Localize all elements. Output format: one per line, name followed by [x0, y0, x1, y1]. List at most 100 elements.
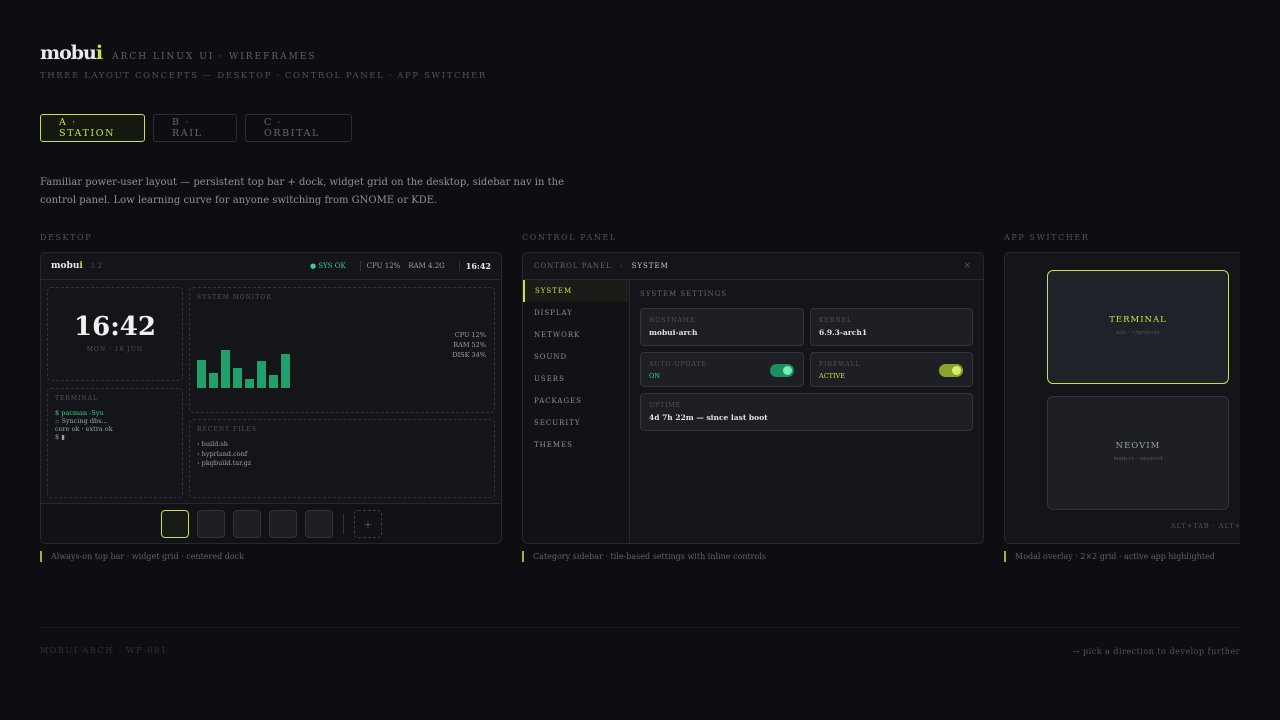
sidebar-item-packages[interactable]: PACKAGES: [523, 390, 629, 412]
ram-stat: RAM 4.2G: [408, 262, 445, 270]
tile-value: ACTIVE: [819, 372, 846, 380]
terminal-command: $ pacman -Syu: [55, 409, 104, 417]
tile-label: AUTO-UPDATE: [649, 361, 707, 368]
topbar-clock: 16:42: [465, 261, 491, 271]
footer-cta[interactable]: → pick a direction to develop further: [1073, 647, 1240, 656]
page-subtitle: THREE LAYOUT CONCEPTS — DESKTOP · CONTRO…: [40, 71, 487, 81]
terminal-widget[interactable]: TERMINAL $ pacman -Syu :: Syncing dbs...…: [47, 388, 183, 498]
big-clock: 16:42: [74, 312, 156, 342]
recent-files-widget[interactable]: RECENT FILES › build.sh › hyprland.conf …: [189, 419, 495, 498]
sys-status: ● SYS OK: [309, 262, 346, 270]
app-name: NEOVIM: [1115, 441, 1161, 451]
concept-description: Familiar power-user layout — persistent …: [40, 177, 564, 206]
breadcrumb-root[interactable]: CONTROL PANEL: [534, 262, 612, 270]
file-item[interactable]: › hyprland.conf: [197, 450, 251, 460]
tile-label: FIREWALL: [819, 361, 861, 368]
app-card-neovim[interactable]: NEOVIM main.rs · unsaved: [1047, 396, 1229, 510]
monitor-bar: [209, 373, 218, 388]
sidebar-item-network[interactable]: NETWORK: [523, 324, 629, 346]
dock-separator: [343, 514, 344, 534]
clock-widget[interactable]: 16:42 MON · 16 JUN: [47, 287, 183, 381]
settings-main: SYSTEM SETTINGS HOSTNAME mobui-arch KERN…: [640, 280, 973, 543]
section-label-app-switcher: APP SWITCHER: [1004, 233, 1090, 242]
caption-desktop: Always-on top bar · widget grid · center…: [40, 551, 244, 562]
chevron-right-icon: ›: [619, 262, 624, 270]
tile-label: KERNEL: [819, 317, 852, 324]
tile-label: HOSTNAME: [649, 317, 696, 324]
dock-item[interactable]: [305, 510, 333, 538]
brand-subtitle: ARCH LINUX UI · WIREFRAMES: [112, 52, 317, 62]
monitor-bar: [269, 375, 278, 388]
sidebar-item-display[interactable]: DISPLAY: [523, 302, 629, 324]
desktop-top-bar: mobui 1 2 ● SYS OK CPU 12% RAM 4.2G 16:4…: [41, 253, 501, 280]
mini-logo: mobui: [51, 261, 83, 271]
tile-value: 4d 7h 22m — since last boot: [649, 413, 768, 422]
monitor-bar: [281, 354, 290, 388]
tile-value: ON: [649, 372, 661, 380]
dock-add-button[interactable]: +: [354, 510, 382, 538]
app-name: TERMINAL: [1109, 315, 1167, 325]
tile-value: 6.9.3-arch1: [819, 328, 868, 337]
monitor-bars: [197, 346, 290, 388]
terminal-label: TERMINAL: [55, 395, 98, 402]
tab-rail[interactable]: B · RAIL: [153, 114, 237, 142]
dock-item[interactable]: [197, 510, 225, 538]
app-detail: zsh · ~/projects: [1116, 330, 1160, 336]
monitor-stat: DISK 34%: [452, 351, 486, 359]
close-icon[interactable]: ×: [963, 261, 972, 271]
app-switcher-wireframe: TERMINAL zsh · ~/projects NEOVIM main.rs…: [1004, 252, 1240, 544]
caption-app-switcher: Modal overlay · 2×2 grid · active app hi…: [1004, 551, 1215, 562]
terminal-output: $ pacman -Syu :: Syncing dbs... core ok …: [55, 409, 113, 441]
tile-kernel[interactable]: KERNEL 6.9.3-arch1: [810, 308, 973, 346]
settings-title: SYSTEM SETTINGS: [640, 290, 728, 298]
dock-item-active[interactable]: [161, 510, 189, 538]
caption-control-panel: Category sidebar · tile-based settings w…: [522, 551, 766, 562]
brand: mobui ARCH LINUX UI · WIREFRAMES: [40, 42, 317, 64]
dock-item[interactable]: [269, 510, 297, 538]
monitor-stat: RAM 52%: [453, 341, 486, 349]
tab-orbital[interactable]: C · ORBITAL: [245, 114, 352, 142]
firewall-toggle[interactable]: [939, 364, 963, 377]
tile-auto-update[interactable]: AUTO-UPDATE ON: [640, 352, 804, 387]
monitor-bar: [257, 361, 266, 388]
tile-value: mobui-arch: [649, 328, 698, 337]
terminal-line: $ ▮: [55, 433, 65, 441]
logo: mobui: [40, 42, 103, 64]
tile-uptime[interactable]: UPTIME 4d 7h 22m — since last boot: [640, 393, 973, 431]
tile-label: UPTIME: [649, 402, 681, 409]
monitor-stat: CPU 12%: [454, 331, 486, 339]
monitor-stats: CPU 12% RAM 52% DISK 34%: [452, 330, 486, 360]
terminal-line: core ok · extra ok: [55, 425, 113, 433]
monitor-bar: [233, 368, 242, 388]
footer-divider: [40, 627, 1240, 628]
desktop-wireframe: mobui 1 2 ● SYS OK CPU 12% RAM 4.2G 16:4…: [40, 252, 502, 544]
dock-item[interactable]: [233, 510, 261, 538]
file-list: › build.sh › hyprland.conf › pkgbuild.ta…: [197, 440, 251, 469]
app-card-terminal[interactable]: TERMINAL zsh · ~/projects: [1047, 270, 1229, 384]
system-monitor-widget[interactable]: SYSTEM MONITOR CPU 12% RAM 52% DISK 34%: [189, 287, 495, 413]
sidebar-item-themes[interactable]: THEMES: [523, 434, 629, 456]
tile-hostname[interactable]: HOSTNAME mobui-arch: [640, 308, 804, 346]
sidebar-item-system[interactable]: SYSTEM: [523, 280, 629, 302]
terminal-line: :: Syncing dbs...: [55, 417, 108, 425]
dock: +: [41, 503, 501, 543]
control-panel-wireframe: CONTROL PANEL › SYSTEM × SYSTEM DISPLAY …: [522, 252, 984, 544]
section-label-desktop: DESKTOP: [40, 233, 93, 242]
monitor-bar: [245, 379, 254, 388]
workspace-indicator[interactable]: 1 2: [91, 262, 102, 270]
tile-firewall[interactable]: FIREWALL ACTIVE: [810, 352, 973, 387]
sidebar-item-security[interactable]: SECURITY: [523, 412, 629, 434]
monitor-label: SYSTEM MONITOR: [197, 294, 272, 301]
file-item[interactable]: › pkgbuild.tar.gz: [197, 459, 251, 469]
tab-station[interactable]: A · STATION: [40, 114, 145, 142]
clock-date: MON · 16 JUN: [86, 346, 144, 353]
footer-id: MOBUI ARCH · WF-001: [40, 646, 168, 655]
monitor-bar: [197, 360, 206, 388]
app-detail: main.rs · unsaved: [1113, 456, 1163, 462]
file-item[interactable]: › build.sh: [197, 440, 251, 450]
auto-update-toggle[interactable]: [770, 364, 794, 377]
keyboard-hint: ALT+TAB · ALT+SHIFT+TAB: [1171, 522, 1240, 530]
sidebar-item-users[interactable]: USERS: [523, 368, 629, 390]
breadcrumb-current: SYSTEM: [631, 262, 669, 270]
sidebar-item-sound[interactable]: SOUND: [523, 346, 629, 368]
